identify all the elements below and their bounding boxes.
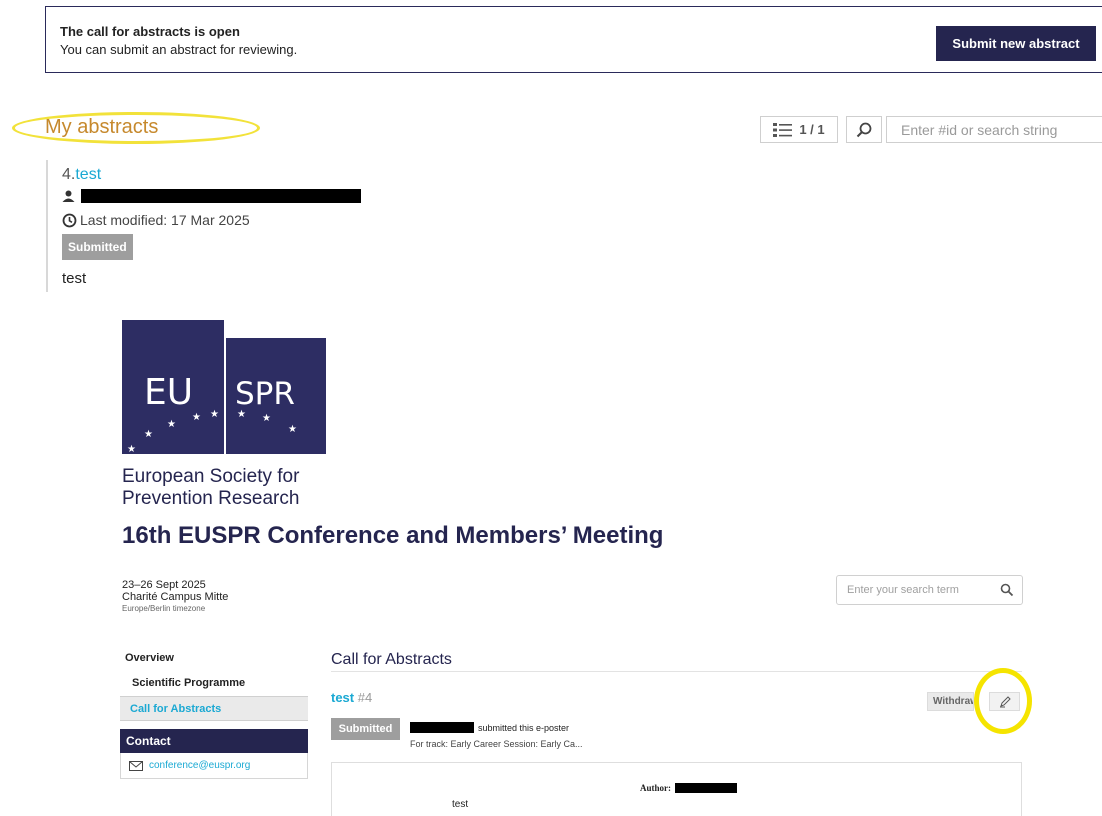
svg-text:★: ★ [210, 409, 219, 420]
status-badge: Submitted [62, 234, 133, 260]
org-line-2: Prevention Research [122, 488, 300, 509]
sidebar-item-overview[interactable]: Overview [120, 646, 308, 671]
redacted-author [675, 783, 737, 793]
site-search-input[interactable] [836, 575, 1023, 605]
sidebar-item-call-for-abstracts[interactable]: Call for Abstracts [120, 696, 308, 721]
abstract-last-modified: Last modified: 17 Mar 2025 [62, 212, 250, 228]
svg-text:★: ★ [237, 409, 246, 420]
abstract-content-box: Author: test [331, 762, 1022, 816]
notice-subtitle: You can submit an abstract for reviewing… [60, 42, 298, 57]
my-abstracts-title: My abstracts [45, 116, 159, 138]
poster-text: submitted this e-poster [478, 722, 570, 733]
redacted-submitter-name [410, 722, 474, 733]
withdraw-button[interactable]: Withdraw [927, 692, 974, 711]
pager-button[interactable]: 1 / 1 [760, 116, 838, 143]
pager-label: 1 / 1 [799, 122, 825, 137]
sidebar-item-scientific-programme[interactable]: Scientific Programme [120, 671, 308, 696]
highlight-circle-annotation [974, 668, 1032, 734]
svg-text:★: ★ [144, 429, 153, 440]
organization-name: European Society for Prevention Research [122, 466, 299, 510]
euspr-logo: EU SPR ★ ★ ★ ★ ★ ★ ★ ★ [122, 320, 326, 454]
abstract-title-link[interactable]: test [75, 166, 101, 183]
last-modified-text: Last modified: 17 Mar 2025 [80, 212, 250, 228]
redacted-author-name [81, 188, 361, 203]
logo-spr-text: SPR [235, 376, 295, 412]
notice-title: The call for abstracts is open [60, 24, 240, 39]
conference-venue: Charité Campus Mitte [122, 591, 229, 603]
conference-dates: 23–26 Sept 2025 [122, 579, 206, 591]
contact-email-link[interactable]: conference@euspr.org [149, 760, 250, 771]
svg-text:★: ★ [262, 413, 271, 424]
submitted-poster-line: submitted this e-poster [410, 722, 569, 733]
abstract-detail-name[interactable]: test [331, 690, 354, 705]
detail-status-badge: Submitted [331, 718, 400, 740]
author-line: Author: [640, 783, 737, 793]
svg-text:★: ★ [192, 412, 201, 423]
conference-title: 16th EUSPR Conference and Members’ Meeti… [122, 522, 664, 549]
submit-new-abstract-button[interactable]: Submit new abstract [936, 26, 1096, 61]
svg-text:★: ★ [288, 424, 297, 435]
abstract-search-input[interactable] [886, 116, 1102, 143]
user-icon [62, 190, 75, 202]
abstract-detail-title[interactable]: test #4 [331, 690, 372, 705]
search-button[interactable] [846, 116, 882, 143]
site-search-icon[interactable] [1000, 583, 1014, 597]
call-for-abstracts-heading: Call for Abstracts [331, 651, 452, 668]
contact-email-row[interactable]: conference@euspr.org [120, 753, 308, 779]
abstract-list-item: 4.test Last modified: 17 Mar 2025 Submit… [46, 160, 646, 292]
abstract-id: 4. [62, 166, 76, 183]
envelope-icon [129, 760, 143, 771]
clock-icon [62, 213, 77, 227]
logo-eu-text: EU [144, 372, 193, 413]
svg-text:★: ★ [127, 444, 136, 454]
list-icon [773, 122, 793, 137]
conference-timezone: Europe/Berlin timezone [122, 604, 206, 613]
author-label: Author: [640, 783, 671, 793]
conference-sidebar: Overview Scientific Programme Call for A… [120, 646, 308, 779]
abstract-author-row [62, 187, 361, 204]
contact-heading: Contact [120, 729, 308, 753]
svg-text:★: ★ [167, 419, 176, 430]
abstract-link[interactable]: 4.test [62, 166, 101, 184]
heading-divider [331, 671, 1022, 672]
abstract-detail-number: #4 [357, 690, 373, 705]
conference-info: 23–26 Sept 2025 Charité Campus Mitte [122, 579, 228, 603]
track-line: For track: Early Career Session: Early C… [410, 739, 583, 749]
search-icon [856, 122, 872, 137]
org-line-1: European Society for [122, 466, 300, 487]
abstract-content-text: test [452, 799, 469, 810]
abstract-description: test [62, 270, 87, 287]
call-open-notice: The call for abstracts is open You can s… [45, 6, 1102, 73]
